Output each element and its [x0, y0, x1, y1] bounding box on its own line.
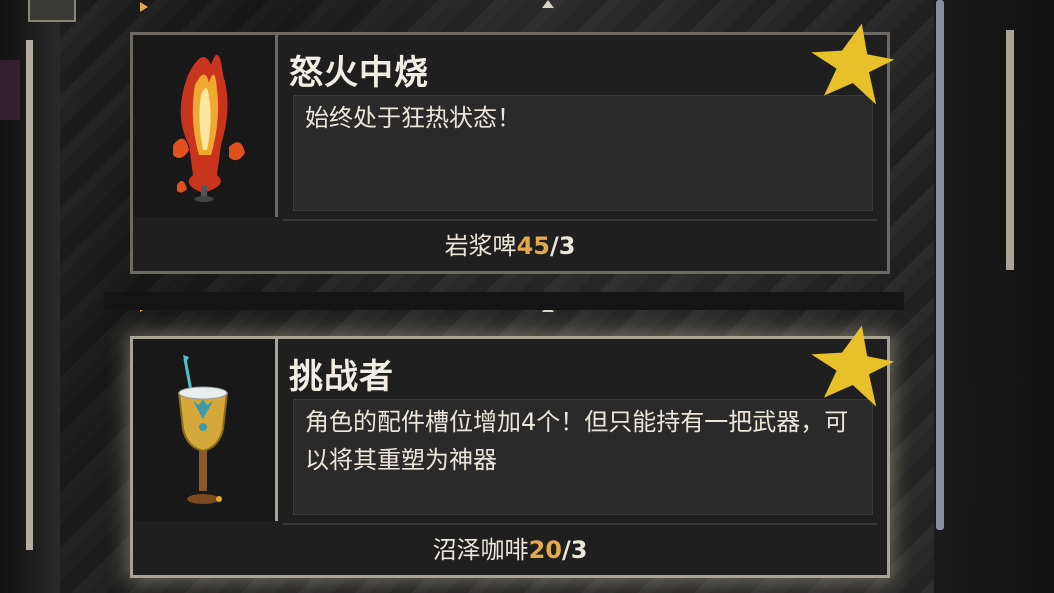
star-icon [811, 325, 895, 407]
trait-card-challenger[interactable]: 挑战者 角色的配件槽位增加4个！但只能持有一把武器，可以将其重塑为神器 沼泽咖啡… [130, 336, 890, 578]
golden-chalice-icon [177, 355, 229, 504]
requirement-item: 岩浆啤 [444, 232, 517, 260]
requirement-separator: / [549, 232, 559, 260]
divider [283, 219, 877, 221]
card-title: 挑战者 [289, 357, 394, 397]
arrow-icon [140, 2, 148, 12]
scrollbar[interactable] [936, 0, 944, 530]
card-title: 怒火中烧 [289, 53, 429, 93]
left-decoration [0, 60, 20, 120]
icon-frame [133, 339, 278, 521]
requirement-total: 3 [570, 536, 588, 564]
card-description: 始终处于狂热状态！ [305, 104, 521, 132]
requirement-total: 3 [558, 232, 576, 260]
left-strip [26, 40, 33, 550]
card-description: 角色的配件槽位增加4个！但只能持有一把武器，可以将其重塑为神器 [305, 408, 849, 474]
right-frame [934, 0, 1054, 593]
requirement: 沼泽咖啡20/3 [133, 530, 887, 565]
requirement-current: 45 [516, 232, 550, 260]
right-strip [1006, 30, 1014, 270]
trait-card-rage[interactable]: 怒火中烧 始终处于狂热状态！ 岩浆啤45/3 [130, 32, 890, 274]
requirement-current: 20 [528, 536, 562, 564]
divider [283, 523, 877, 525]
requirement: 岩浆啤45/3 [133, 226, 887, 261]
requirement-separator: / [561, 536, 571, 564]
top-tab-decoration [28, 0, 76, 22]
flaming-goblet-icon [173, 54, 245, 202]
requirement-item: 沼泽咖啡 [432, 536, 529, 564]
icon-frame [133, 35, 278, 217]
notch-icon [542, 0, 554, 8]
section-separator [104, 292, 904, 310]
star-icon [811, 23, 895, 105]
